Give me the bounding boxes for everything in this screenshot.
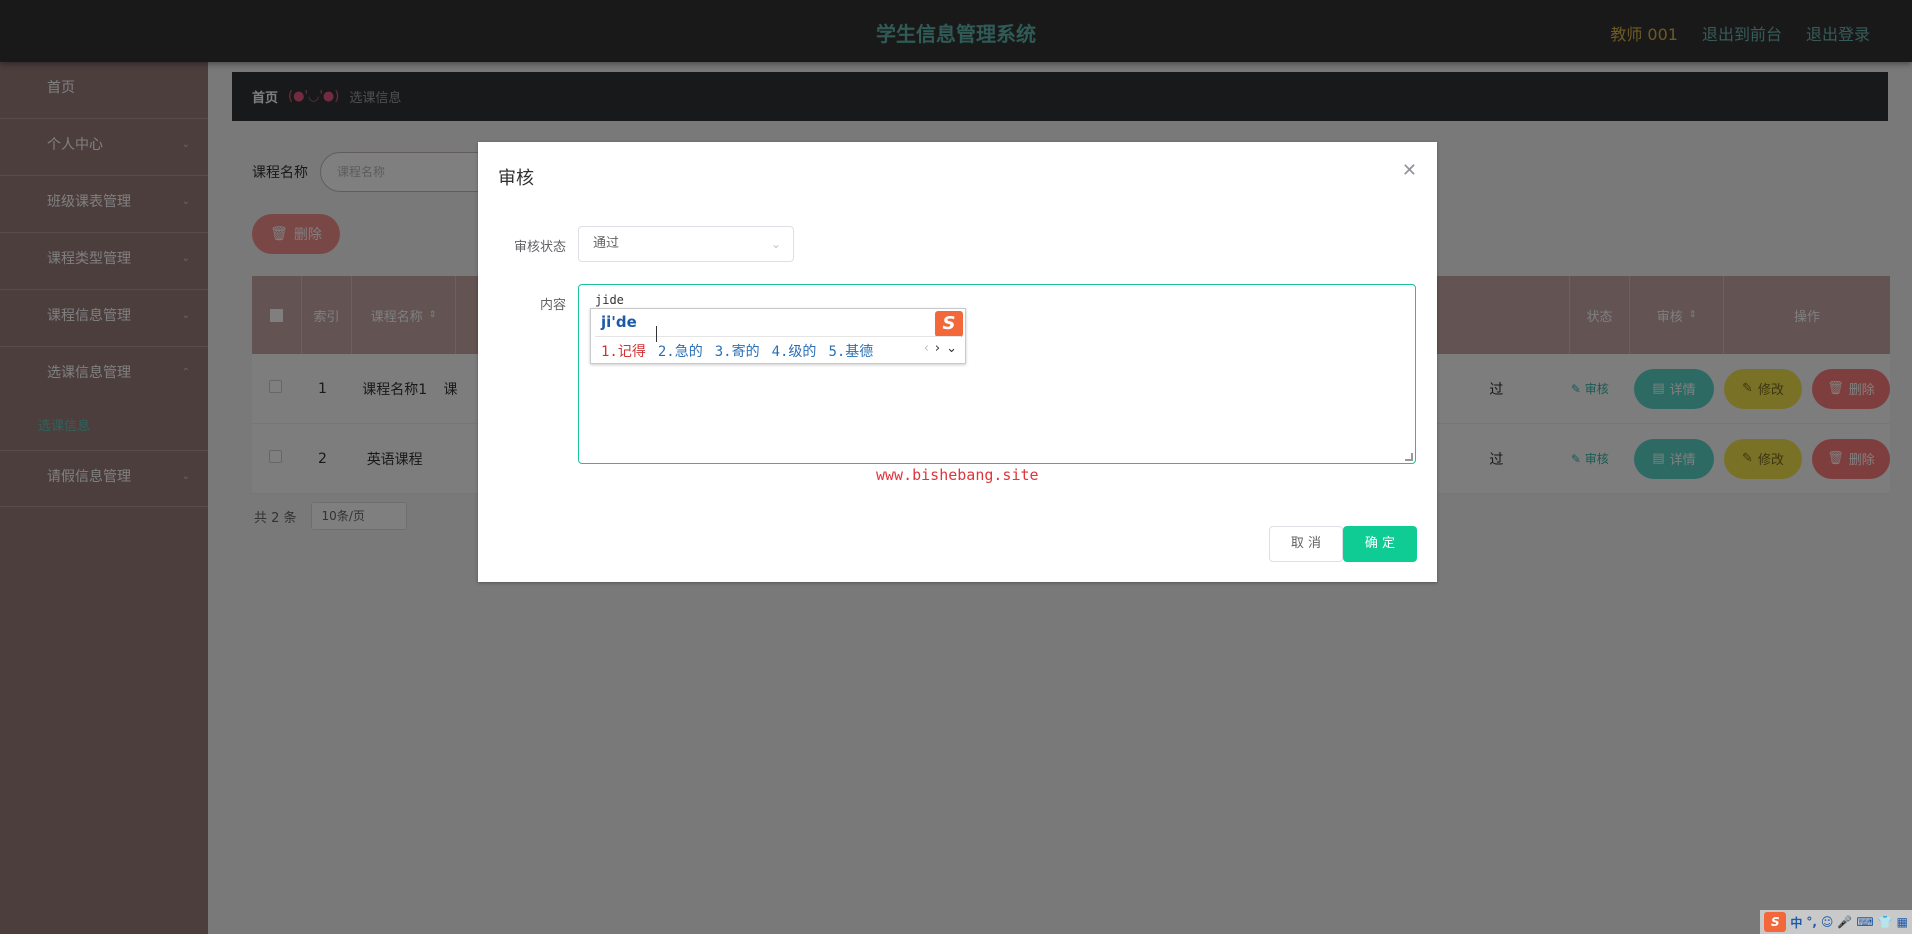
audit-status-value: 通过 [593,236,620,251]
watermark-text: www.bishebang.site [876,466,1039,484]
ime-composition: ji'de [601,313,637,331]
skin-icon[interactable]: 👕 [1878,915,1893,929]
emoji-icon[interactable]: ☺ [1821,915,1834,929]
content-label: 内容 [539,298,566,313]
audit-status-select[interactable]: 通过 ⌄ [578,226,794,262]
ime-mode-indicator[interactable]: 中 [1790,914,1802,931]
ime-nav: ‹ › ⌄ [924,341,957,356]
sogou-tray-icon[interactable]: S [1764,912,1787,932]
audit-status-label: 审核状态 [513,240,566,255]
microphone-icon[interactable]: 🎤 [1837,915,1852,929]
ime-candidate[interactable]: 1.记得 [601,341,646,361]
ime-divider [595,336,961,337]
keyboard-icon[interactable]: ⌨ [1856,915,1873,929]
punctuation-icon[interactable]: °, [1806,915,1817,929]
close-icon[interactable]: ✕ [1402,160,1417,181]
resize-handle-icon[interactable] [1405,453,1413,461]
chevron-down-icon[interactable]: ⌄ [946,341,957,356]
ime-candidate[interactable]: 2.急的 [658,341,703,361]
chevron-right-icon[interactable]: › [935,341,940,356]
ime-candidate-list: 1.记得 2.急的 3.寄的 4.级的 5.基德 [601,341,873,361]
confirm-button[interactable]: 确 定 [1343,526,1417,562]
ime-candidate[interactable]: 3.寄的 [715,341,760,361]
ime-candidate[interactable]: 5.基德 [828,341,873,361]
sogou-logo-icon: S [935,311,963,337]
chevron-down-icon: ⌄ [770,237,781,251]
grid-icon[interactable]: ▦ [1897,915,1908,929]
chevron-left-icon[interactable]: ‹ [924,341,929,356]
ime-candidate-popup: ji'de S 1.记得 2.急的 3.寄的 4.级的 5.基德 ‹ › ⌄ [590,308,966,364]
dialog-title: 审核 [498,168,534,189]
text-cursor-icon [656,326,662,342]
system-tray: S 中 °, ☺ 🎤 ⌨ 👕 ▦ [1760,910,1912,934]
content-typed-text: jide [595,293,624,307]
ime-candidate[interactable]: 4.级的 [772,341,817,361]
cancel-button[interactable]: 取 消 [1269,526,1343,562]
